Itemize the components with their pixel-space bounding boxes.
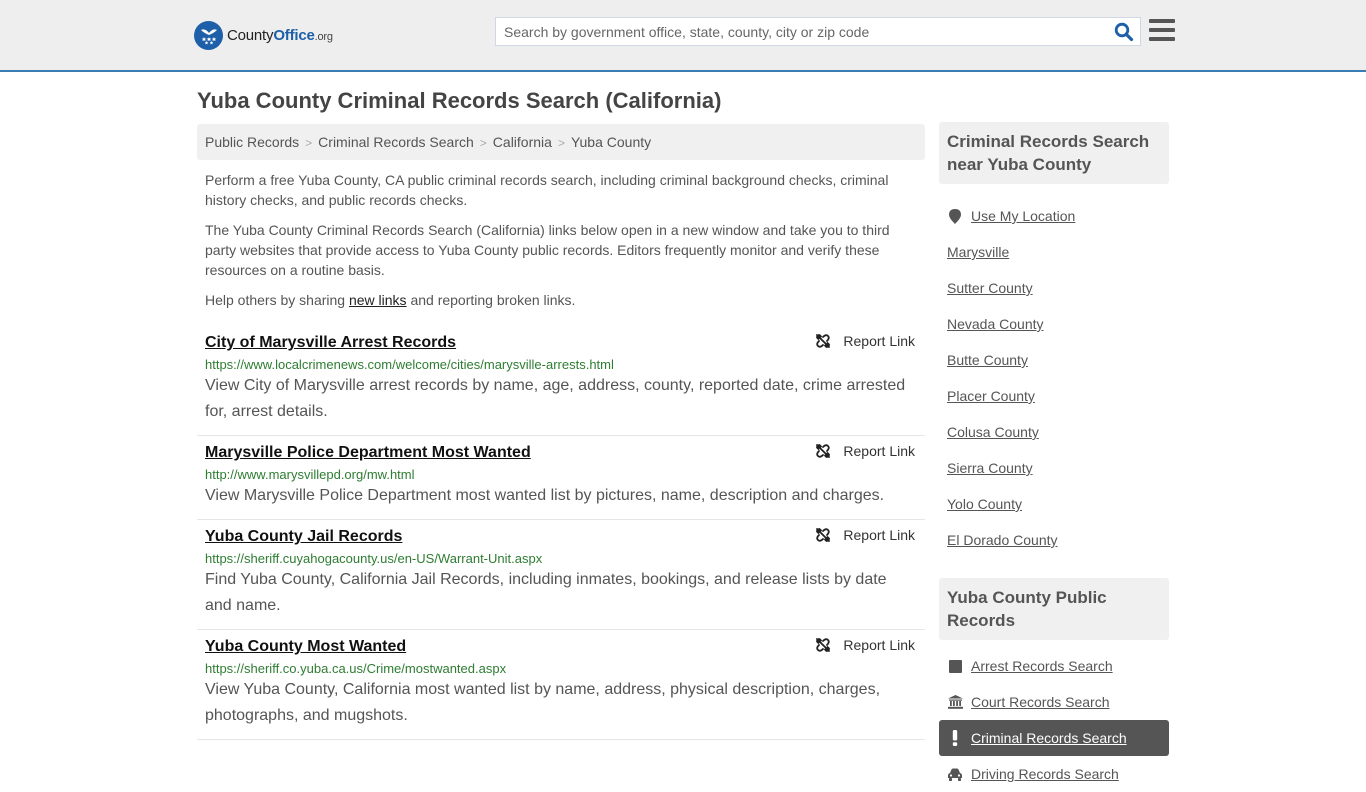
result-title-link[interactable]: Marysville Police Department Most Wanted bbox=[205, 444, 531, 462]
use-my-location-item: Use My Location bbox=[939, 198, 1169, 234]
result-title-link[interactable]: Yuba County Most Wanted bbox=[205, 638, 406, 656]
breadcrumb-criminal-records-search[interactable]: Criminal Records Search bbox=[318, 134, 474, 150]
breadcrumb-separator: > bbox=[305, 136, 313, 150]
arrest-records-search-link[interactable]: Arrest Records Search bbox=[971, 658, 1113, 674]
result-url: https://sheriff.cuyahogacounty.us/en-US/… bbox=[205, 551, 543, 566]
driving-records-search-link[interactable]: Driving Records Search bbox=[971, 766, 1119, 782]
breadcrumb: Public Records > Criminal Records Search > C… bbox=[197, 124, 925, 160]
broken-link-icon bbox=[816, 334, 831, 348]
public-records-item: Court Records Search bbox=[939, 684, 1169, 720]
nearby-link-butte-county[interactable]: Butte County bbox=[947, 352, 1028, 368]
result-url: https://sheriff.co.yuba.ca.us/Crime/most… bbox=[205, 661, 507, 676]
result-item: Yuba County Jail Records Report Link htt… bbox=[197, 520, 925, 630]
nearby-link-marysville[interactable]: Marysville bbox=[947, 244, 1009, 260]
court-records-search-link[interactable]: Court Records Search bbox=[971, 694, 1110, 710]
criminal-records-search-link[interactable]: Criminal Records Search bbox=[971, 730, 1127, 746]
nearby-item: Sutter County bbox=[939, 270, 1169, 306]
report-link-label: Report Link bbox=[843, 333, 915, 349]
breadcrumb-yuba-county[interactable]: Yuba County bbox=[571, 134, 651, 150]
nearby-item: Nevada County bbox=[939, 306, 1169, 342]
nearby-item: Sierra County bbox=[939, 450, 1169, 486]
breadcrumb-california[interactable]: California bbox=[493, 134, 552, 150]
logo-wordmark: CountyOffice.org bbox=[227, 27, 333, 44]
share-text-after: and reporting broken links. bbox=[406, 292, 576, 308]
nearby-link-el-dorado-county[interactable]: El Dorado County bbox=[947, 532, 1058, 548]
courthouse-icon bbox=[947, 695, 963, 709]
public-records-list: Arrest Records Search Court Records Sear… bbox=[939, 648, 1169, 792]
breadcrumb-separator: > bbox=[557, 136, 565, 150]
exclamation-icon bbox=[947, 730, 963, 746]
broken-link-icon bbox=[816, 444, 831, 458]
results-list: City of Marysville Arrest Records Report… bbox=[197, 326, 925, 740]
nearby-link-yolo-county[interactable]: Yolo County bbox=[947, 496, 1022, 512]
search-input[interactable] bbox=[496, 18, 1106, 45]
nearby-list: Use My Location Marysville Sutter County… bbox=[939, 198, 1169, 558]
breadcrumb-separator: > bbox=[479, 136, 487, 150]
search-bar bbox=[495, 17, 1141, 46]
result-description: View Yuba County, California most wanted… bbox=[205, 681, 881, 724]
map-marker-icon bbox=[947, 208, 963, 224]
result-item: Marysville Police Department Most Wanted… bbox=[197, 436, 925, 520]
car-icon bbox=[947, 768, 963, 781]
site-header: CountyOffice.org bbox=[0, 0, 1366, 72]
menu-bar bbox=[1149, 28, 1175, 32]
intro-paragraph: Perform a free Yuba County, CA public cr… bbox=[205, 172, 889, 208]
new-links-link[interactable]: new links bbox=[349, 292, 407, 308]
hamburger-menu-icon[interactable] bbox=[1149, 19, 1175, 41]
result-url: http://www.marysvillepd.org/mw.html bbox=[205, 467, 415, 482]
report-link-button[interactable]: Report Link bbox=[815, 333, 915, 349]
nearby-item: Butte County bbox=[939, 342, 1169, 378]
report-link-button[interactable]: Report Link bbox=[815, 527, 915, 543]
logo-part-office: Office bbox=[273, 26, 315, 44]
public-records-item: Driving Records Search bbox=[939, 756, 1169, 792]
eagle-stars-logo-icon bbox=[194, 20, 223, 50]
result-item: Yuba County Most Wanted Report Link http… bbox=[197, 630, 925, 740]
public-records-heading: Yuba County Public Records bbox=[939, 578, 1169, 640]
nearby-item: Yolo County bbox=[939, 486, 1169, 522]
nearby-link-colusa-county[interactable]: Colusa County bbox=[947, 424, 1039, 440]
intro-paragraph: The Yuba County Criminal Records Search … bbox=[205, 222, 890, 278]
broken-link-icon bbox=[816, 638, 831, 652]
result-item: City of Marysville Arrest Records Report… bbox=[197, 326, 925, 436]
report-link-label: Report Link bbox=[843, 527, 915, 543]
nearby-link-sutter-county[interactable]: Sutter County bbox=[947, 280, 1033, 296]
nearby-heading: Criminal Records Search near Yuba County bbox=[939, 122, 1169, 184]
logo-part-county: County bbox=[227, 26, 274, 44]
public-records-item: Arrest Records Search bbox=[939, 648, 1169, 684]
share-text-before: Help others by sharing bbox=[205, 292, 349, 308]
nearby-item: Placer County bbox=[939, 378, 1169, 414]
result-title-link[interactable]: City of Marysville Arrest Records bbox=[205, 334, 456, 352]
report-link-label: Report Link bbox=[843, 637, 915, 653]
square-icon bbox=[947, 659, 963, 673]
intro-text: Perform a free Yuba County, CA public cr… bbox=[205, 170, 905, 320]
nearby-item: Colusa County bbox=[939, 414, 1169, 450]
nearby-item: El Dorado County bbox=[939, 522, 1169, 558]
result-url: https://www.localcrimenews.com/welcome/c… bbox=[205, 357, 614, 372]
public-records-item-active: Criminal Records Search bbox=[939, 720, 1169, 756]
logo-part-org: .org bbox=[314, 30, 333, 43]
report-link-button[interactable]: Report Link bbox=[815, 637, 915, 653]
result-title-link[interactable]: Yuba County Jail Records bbox=[205, 528, 402, 546]
broken-link-icon bbox=[816, 528, 831, 542]
use-my-location-link[interactable]: Use My Location bbox=[971, 208, 1075, 224]
breadcrumb-public-records[interactable]: Public Records bbox=[205, 134, 299, 150]
header-inner: CountyOffice.org bbox=[194, 0, 1176, 70]
nearby-item: Marysville bbox=[939, 234, 1169, 270]
menu-bar bbox=[1149, 19, 1175, 23]
nearby-link-placer-county[interactable]: Placer County bbox=[947, 388, 1035, 404]
page-title: Yuba County Criminal Records Search (Cal… bbox=[197, 88, 722, 113]
menu-bar bbox=[1149, 37, 1175, 41]
report-link-button[interactable]: Report Link bbox=[815, 443, 915, 459]
search-icon[interactable] bbox=[1114, 22, 1134, 42]
report-link-label: Report Link bbox=[843, 443, 915, 459]
result-description: View Marysville Police Department most w… bbox=[205, 487, 885, 504]
share-links-paragraph: Help others by sharing new links and rep… bbox=[205, 290, 905, 310]
nearby-link-sierra-county[interactable]: Sierra County bbox=[947, 460, 1033, 476]
nearby-link-nevada-county[interactable]: Nevada County bbox=[947, 316, 1044, 332]
sidebar: Criminal Records Search near Yuba County… bbox=[939, 122, 1169, 792]
result-description: Find Yuba County, California Jail Record… bbox=[205, 571, 887, 614]
site-logo[interactable]: CountyOffice.org bbox=[194, 20, 333, 50]
result-description: View City of Marysville arrest records b… bbox=[205, 377, 906, 420]
